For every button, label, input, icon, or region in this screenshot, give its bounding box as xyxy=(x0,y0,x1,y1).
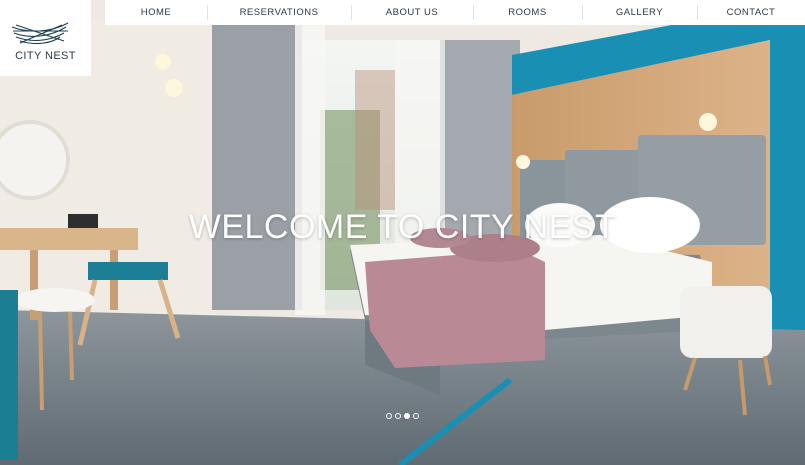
nest-icon xyxy=(11,22,69,45)
nav-item-about-us[interactable]: ABOUT US xyxy=(351,0,473,25)
brand-name: CITY NEST xyxy=(15,50,76,62)
slider-dot[interactable] xyxy=(404,413,410,419)
slider-dot[interactable] xyxy=(413,413,419,419)
hero-headline: WELCOME TO CITY NEST xyxy=(188,208,617,246)
nav-item-contact[interactable]: CONTACT xyxy=(697,0,805,25)
brand-logo[interactable]: CITY NEST xyxy=(0,0,91,76)
nav-item-gallery[interactable]: GALLERY xyxy=(582,0,697,25)
nav-item-home[interactable]: HOME xyxy=(105,0,207,25)
slider-dot[interactable] xyxy=(386,413,392,419)
nav-item-reservations[interactable]: RESERVATIONS xyxy=(207,0,351,25)
slider-pagination xyxy=(386,413,419,419)
slider-dot[interactable] xyxy=(395,413,401,419)
main-nav: HOME RESERVATIONS ABOUT US ROOMS GALLERY… xyxy=(105,0,805,25)
nav-item-rooms[interactable]: ROOMS xyxy=(473,0,582,25)
